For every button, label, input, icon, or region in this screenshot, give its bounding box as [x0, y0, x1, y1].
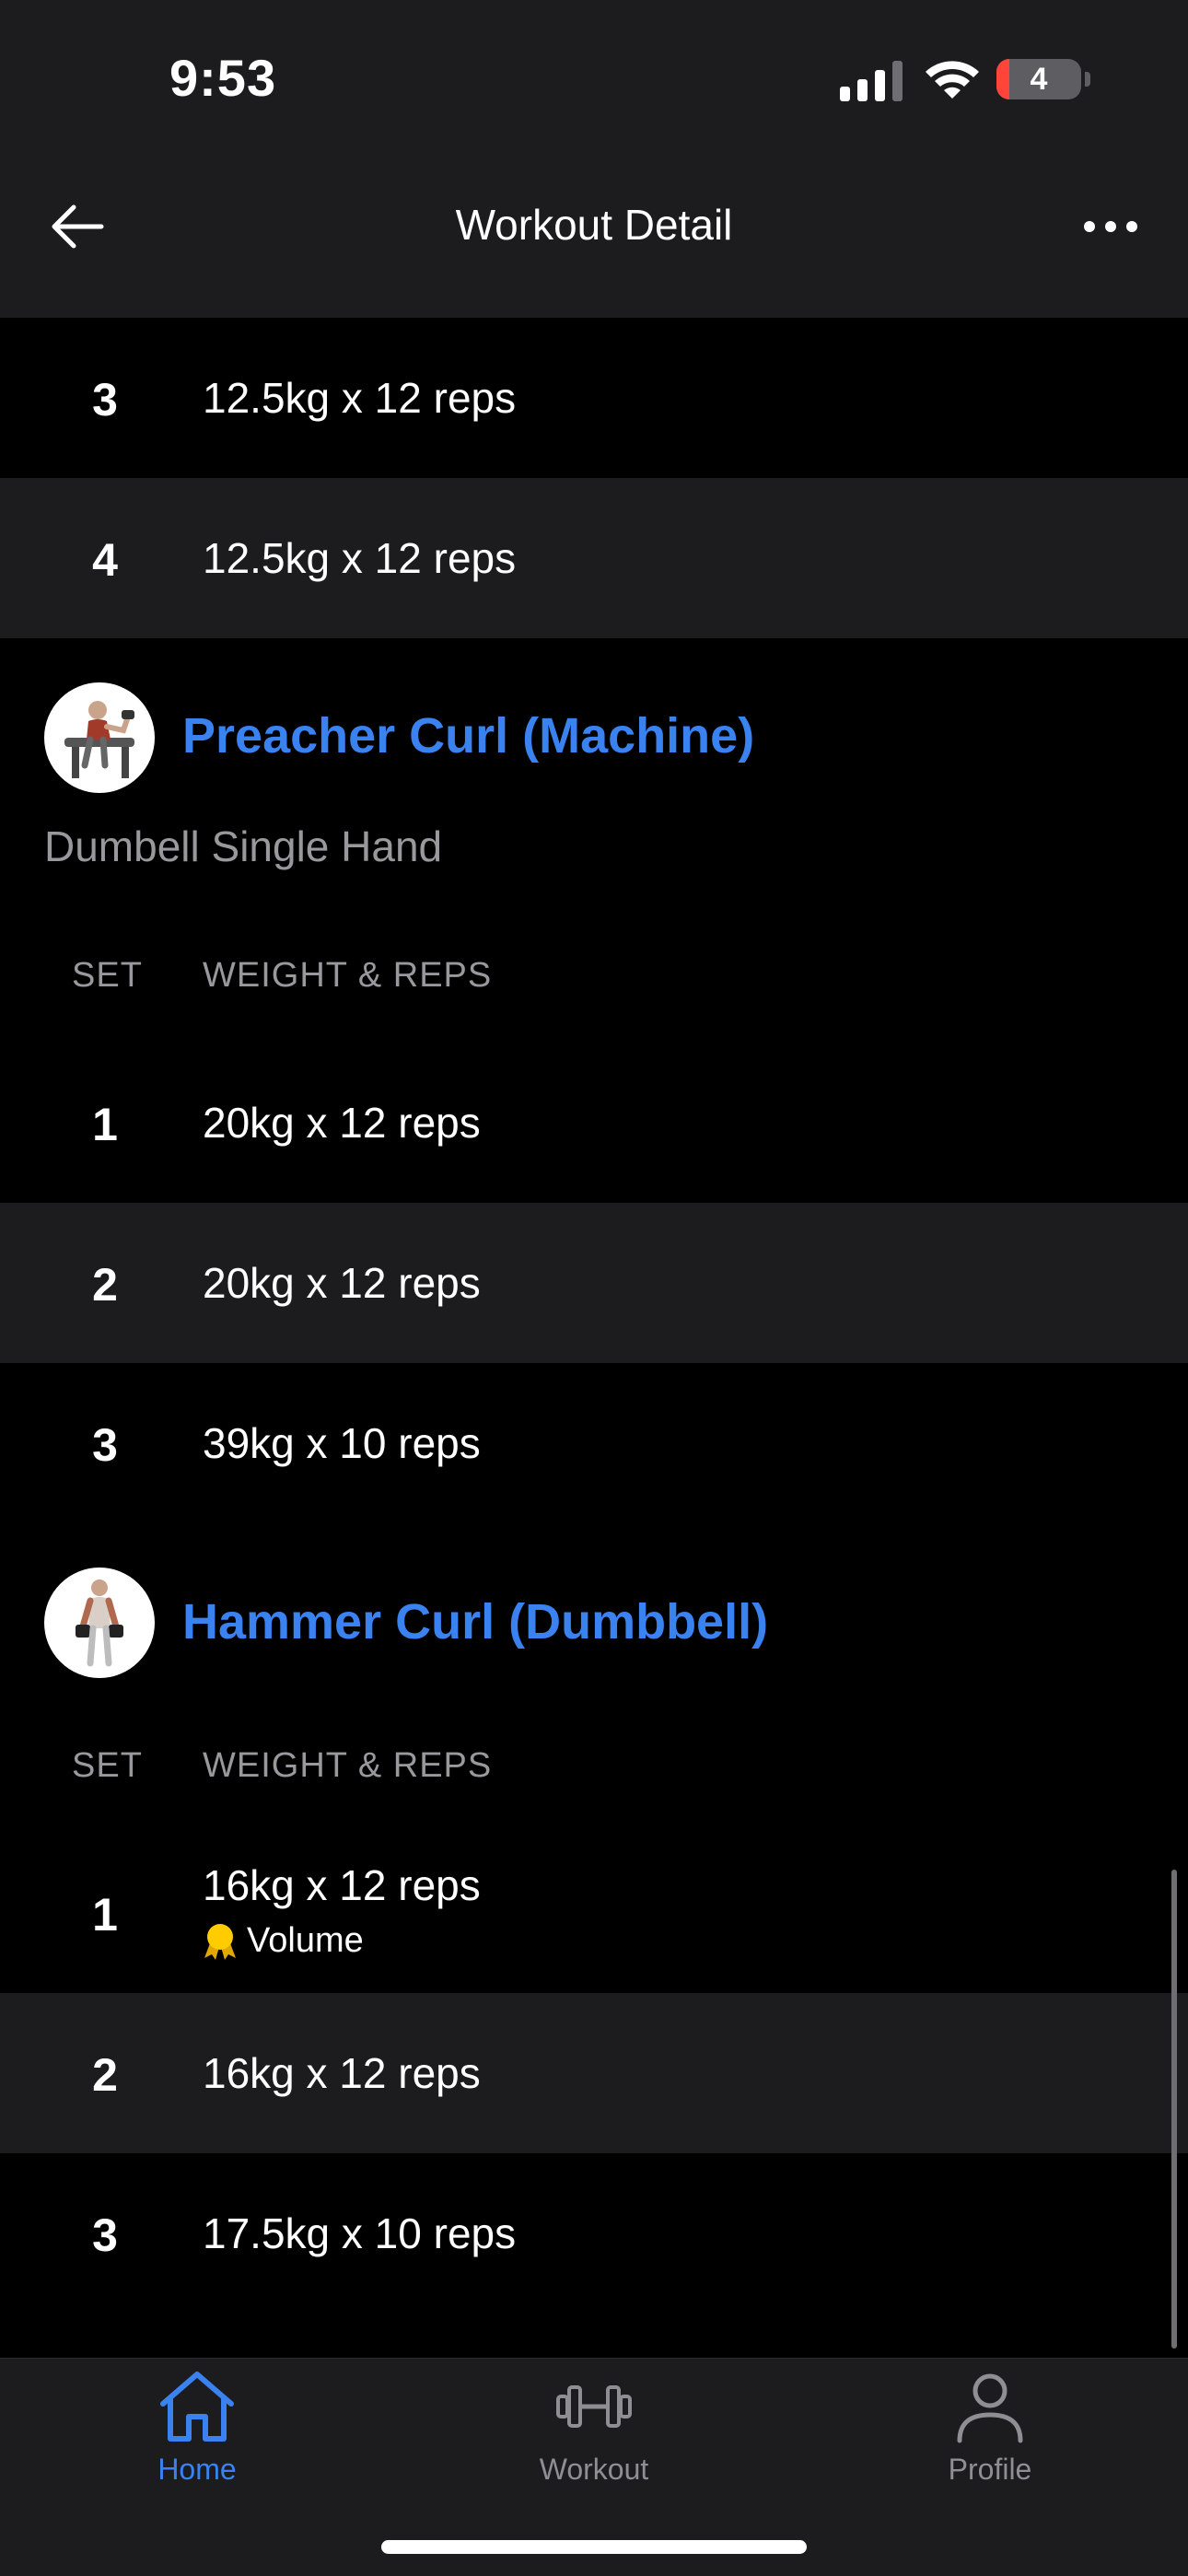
person-icon: [957, 2373, 1023, 2443]
page-title: Workout Detail: [455, 201, 733, 249]
tab-home[interactable]: Home: [105, 2369, 289, 2487]
personal-record-badge: Volume: [203, 1921, 364, 1961]
set-number: 4: [92, 534, 118, 586]
set-number: 1: [92, 1889, 118, 1941]
set-row: 1 16kg x 12 reps Volume: [0, 1833, 1188, 1993]
set-weight-reps: 16kg x 12 reps: [203, 1861, 481, 1909]
cellular-signal-icon: [840, 61, 903, 101]
column-header-weight-reps: WEIGHT & REPS: [203, 1746, 493, 1785]
set-weight-reps: 39kg x 10 reps: [203, 1419, 481, 1467]
set-weight-reps: 20kg x 12 reps: [203, 1099, 481, 1147]
column-header-set: SET: [72, 956, 143, 995]
set-row: 2 20kg x 12 reps: [0, 1203, 1188, 1363]
wifi-icon: [926, 61, 979, 99]
exercise-note: Dumbell Single Hand: [44, 822, 443, 870]
home-icon: [160, 2372, 234, 2442]
set-weight-reps: 12.5kg x 12 reps: [203, 534, 517, 582]
set-row: 1 20kg x 12 reps: [0, 1043, 1188, 1203]
set-row: 3 39kg x 10 reps: [0, 1363, 1188, 1523]
set-number: 3: [92, 1419, 118, 1471]
exercise-thumbnail[interactable]: [44, 682, 155, 793]
tab-profile[interactable]: Profile: [898, 2369, 1082, 2487]
set-row: 4 12.5kg x 12 reps: [0, 478, 1188, 638]
set-number: 1: [92, 1099, 118, 1150]
home-indicator: [381, 2540, 807, 2554]
column-header-set: SET: [72, 1746, 143, 1785]
tab-workout[interactable]: Workout: [502, 2369, 686, 2487]
battery-cap: [1085, 72, 1090, 87]
column-header-weight-reps: WEIGHT & REPS: [203, 956, 493, 995]
set-number: 2: [92, 1259, 118, 1311]
set-number: 3: [92, 2209, 118, 2261]
set-row: 2 16kg x 12 reps: [0, 1993, 1188, 2153]
hammer-curl-dumbbell-icon: [76, 1579, 123, 1667]
set-weight-reps: 17.5kg x 10 reps: [203, 2209, 517, 2257]
medal-icon: [204, 1923, 236, 1960]
tab-label: Profile: [948, 2453, 1032, 2486]
set-row: 3 17.5kg x 10 reps: [0, 2153, 1188, 2314]
preacher-curl-machine-icon: [64, 701, 134, 778]
set-row: 3 12.5kg x 12 reps: [0, 318, 1188, 478]
set-number: 3: [92, 374, 118, 425]
exercise-name[interactable]: Preacher Curl (Machine): [182, 707, 754, 764]
exercise-thumbnail[interactable]: [44, 1568, 155, 1678]
dumbbell-icon: [556, 2385, 632, 2428]
more-horizontal-icon: [1084, 221, 1137, 232]
tab-label: Home: [157, 2453, 237, 2486]
set-number: 2: [92, 2049, 118, 2101]
tab-label: Workout: [539, 2453, 649, 2486]
scrollbar[interactable]: [1171, 1870, 1177, 2349]
badge-label: Volume: [247, 1921, 364, 1960]
exercise-name[interactable]: Hammer Curl (Dumbbell): [182, 1593, 768, 1650]
battery-percentage: 4: [1030, 62, 1048, 97]
set-weight-reps: 20kg x 12 reps: [203, 1259, 481, 1307]
set-weight-reps: 16kg x 12 reps: [203, 2049, 481, 2097]
more-options-button[interactable]: [1074, 190, 1147, 263]
status-time: 9:53: [169, 49, 277, 107]
set-weight-reps: 12.5kg x 12 reps: [203, 374, 517, 422]
